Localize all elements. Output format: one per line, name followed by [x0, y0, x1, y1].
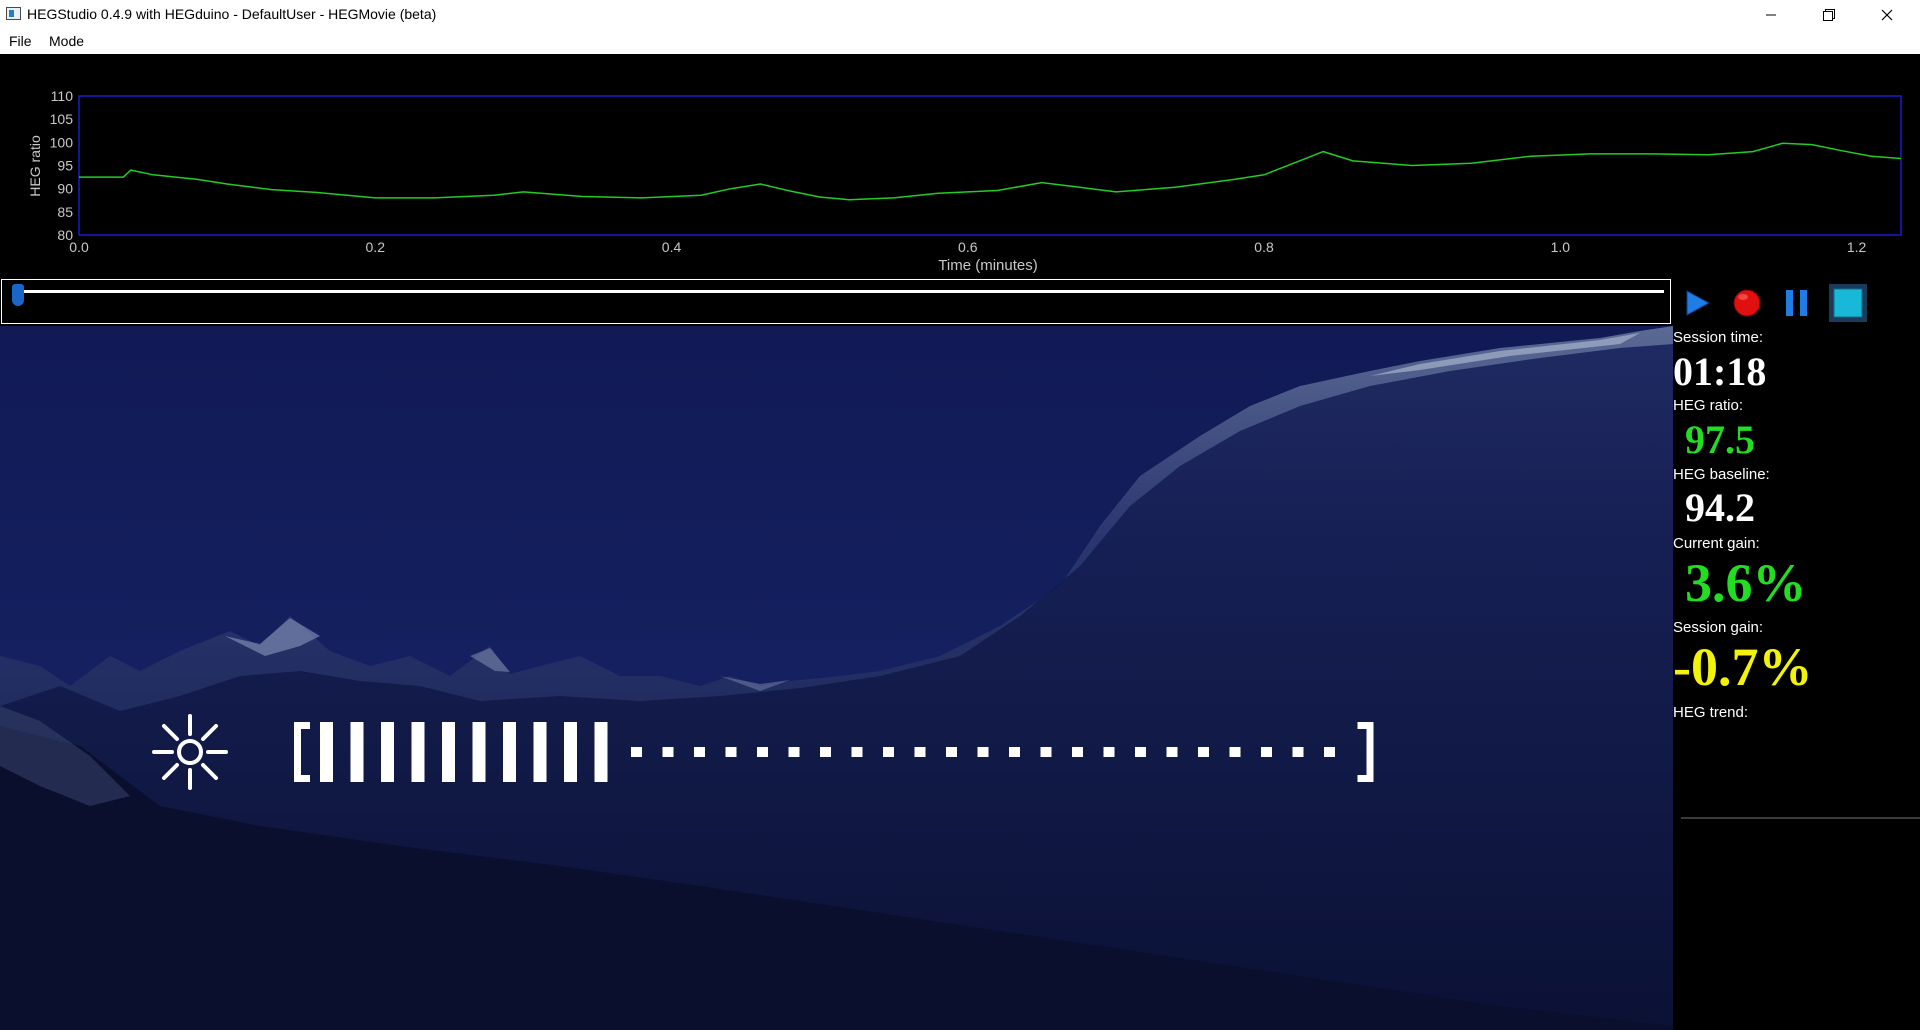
- heg-trend-line: [1681, 817, 1920, 819]
- meter-right-bracket: [1366, 722, 1374, 782]
- meter-filled-segment: [594, 722, 608, 782]
- heg-ratio-value: 97.5: [1685, 417, 1755, 462]
- session-time-label: Session time:: [1673, 329, 1764, 346]
- meter-filled-segment: [564, 722, 577, 782]
- y-tick-label: 95: [57, 158, 73, 174]
- meter-empty-segment: [788, 747, 800, 757]
- x-tick-label: 0.6: [958, 239, 978, 255]
- progress-track: [14, 290, 1664, 293]
- meter-empty-segment: [725, 747, 737, 757]
- heg-baseline-label: HEG baseline:: [1673, 466, 1770, 483]
- meter-empty-segment: [1072, 747, 1083, 757]
- stats-panel: Session time: 01:18 HEG ratio: 97.5 HEG …: [1673, 326, 1920, 1030]
- session-time-value: 01:18: [1673, 349, 1767, 394]
- window-title: HEGStudio 0.4.9 with HEGduino - DefaultU…: [27, 6, 437, 22]
- menu-bar: File Mode: [0, 29, 1920, 54]
- y-tick-label: 100: [50, 134, 74, 150]
- progress-handle[interactable]: [12, 284, 24, 306]
- meter-left-bracket: [294, 775, 310, 782]
- meter-empty-segment: [946, 747, 957, 757]
- heg-chart: 80 85 90 95 100 105 110 0.0 0.2 0.4 0.6 0.8 1.0 1.2 …: [0, 54, 1920, 278]
- meter-empty-segment: [1261, 747, 1272, 757]
- meter-right-bracket: [1357, 722, 1374, 729]
- meter-left-bracket: [294, 722, 301, 782]
- app-icon: [6, 7, 21, 20]
- meter-left-bracket: [294, 722, 310, 729]
- restore-button[interactable]: [1800, 0, 1858, 29]
- x-tick-label: 0.2: [366, 239, 386, 255]
- pause-button[interactable]: [1774, 280, 1820, 326]
- meter-empty-segment: [1009, 747, 1020, 757]
- meter-empty-segment: [1166, 747, 1178, 757]
- x-axis-label: Time (minutes): [938, 257, 1037, 274]
- y-tick-label: 85: [57, 204, 73, 220]
- play-icon: [1686, 290, 1711, 316]
- meter-empty-segment: [1324, 747, 1335, 757]
- x-tick-label: 1.0: [1551, 239, 1571, 255]
- plot-frame: [78, 95, 1902, 236]
- meter-empty-segment: [851, 747, 863, 757]
- meter-empty-segment: [914, 747, 926, 757]
- meter-empty-segment: [977, 747, 989, 757]
- menu-mode[interactable]: Mode: [49, 33, 84, 49]
- x-tick-label: 1.2: [1847, 239, 1867, 255]
- menu-file[interactable]: File: [9, 33, 32, 49]
- x-tick-label: 0.8: [1254, 239, 1274, 255]
- meter-filled-segment: [350, 722, 364, 782]
- mountain-landscape-image: [0, 326, 1673, 1030]
- meter-filled-segment: [472, 722, 486, 782]
- heg-ratio-label: HEG ratio:: [1673, 397, 1744, 414]
- y-tick-label: 105: [50, 111, 74, 127]
- meter-filled-segment: [533, 722, 547, 782]
- close-button[interactable]: [1858, 0, 1916, 29]
- stop-icon: [1829, 284, 1867, 322]
- meter-empty-segment: [820, 747, 831, 757]
- meter-empty-segment: [1135, 747, 1146, 757]
- heg-trend-label: HEG trend:: [1673, 704, 1749, 721]
- record-button[interactable]: [1724, 280, 1770, 326]
- meter-empty-segment: [1040, 747, 1052, 757]
- y-tick-label: 110: [51, 88, 74, 104]
- meter-empty-segment: [1229, 747, 1241, 757]
- pause-icon: [1786, 290, 1807, 316]
- heg-chart-svg: 80859095100105110 0.0 0.2 0.4 0.6 0.8 1.0 1.2 …: [27, 88, 1902, 274]
- restore-icon: [1823, 8, 1835, 21]
- meter-right-bracket: [1357, 775, 1374, 782]
- minimize-icon: [1766, 14, 1776, 15]
- session-gain-value: -0.7%: [1673, 637, 1813, 697]
- heg-baseline-value: 94.2: [1685, 485, 1755, 530]
- session-gain-label: Session gain:: [1673, 619, 1764, 636]
- stop-button[interactable]: [1825, 280, 1871, 326]
- meter-empty-segment: [694, 747, 705, 757]
- heg-ratio-series-line: [79, 142, 1902, 201]
- meter-filled-segment: [442, 722, 455, 782]
- meter-empty-segment: [662, 747, 674, 757]
- meter-empty-segment: [883, 747, 894, 757]
- meter-filled-segment: [320, 722, 333, 782]
- minimize-button[interactable]: [1742, 0, 1800, 29]
- x-tick-label: 0.0: [69, 239, 89, 255]
- x-tick-label: 0.4: [662, 239, 682, 255]
- meter-filled-segment: [411, 722, 425, 782]
- meter-filled-segment: [503, 722, 516, 782]
- meter-empty-segment: [757, 747, 768, 757]
- current-gain-label: Current gain:: [1673, 535, 1760, 552]
- feedback-level-meter: [294, 722, 1374, 782]
- y-tick-label: 90: [57, 181, 73, 197]
- y-axis-label: HEG ratio: [27, 135, 43, 197]
- brightness-icon: [152, 714, 228, 790]
- meter-empty-segment: [631, 747, 642, 757]
- movie-display: [0, 326, 1673, 1030]
- title-bar: HEGStudio 0.4.9 with HEGduino - DefaultU…: [0, 0, 1920, 29]
- meter-empty-segment: [1103, 747, 1115, 757]
- play-button[interactable]: [1673, 280, 1719, 326]
- playback-progress-bar[interactable]: [1, 279, 1671, 324]
- meter-empty-segment: [1292, 747, 1304, 757]
- record-icon: [1733, 289, 1761, 317]
- meter-filled-segment: [381, 722, 394, 782]
- meter-empty-segment: [1198, 747, 1209, 757]
- current-gain-value: 3.6%: [1685, 553, 1807, 613]
- close-icon: [1881, 9, 1893, 20]
